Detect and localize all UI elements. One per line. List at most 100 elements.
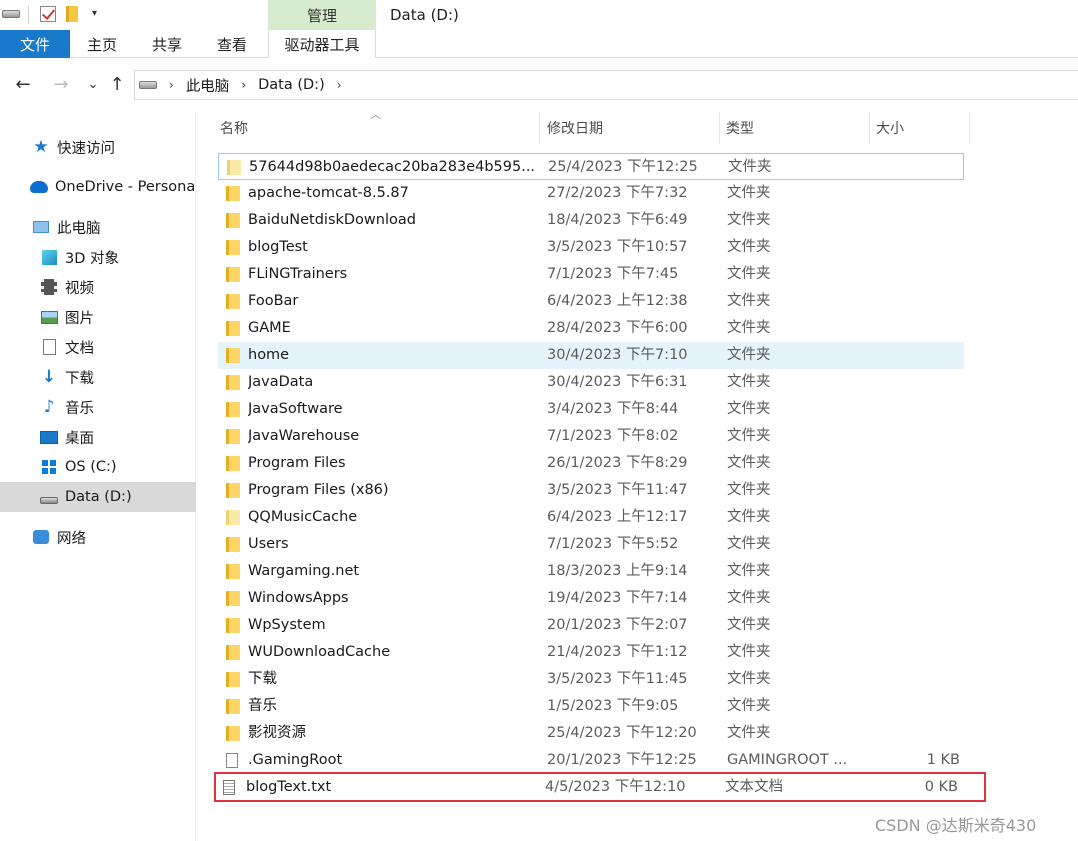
file-icon bbox=[226, 753, 238, 768]
address-bar[interactable]: › 此电脑 › Data (D:) › bbox=[134, 70, 1078, 100]
chevron-right-icon[interactable]: › bbox=[337, 78, 342, 92]
column-divider[interactable] bbox=[539, 112, 540, 144]
sidebar-item-label: 3D 对象 bbox=[65, 250, 119, 267]
file-name: 影视资源 bbox=[248, 725, 306, 741]
file-row[interactable]: WindowsApps 19/4/2023 下午7:14 文件夹 bbox=[218, 585, 964, 612]
file-row[interactable]: 下载 3/5/2023 下午11:45 文件夹 bbox=[218, 666, 964, 693]
sidebar-item-3d-objects[interactable]: 3D 对象 bbox=[0, 242, 196, 272]
tab-file[interactable]: 文件 bbox=[0, 30, 70, 58]
file-row[interactable]: GAME 28/4/2023 下午6:00 文件夹 bbox=[218, 315, 964, 342]
file-size bbox=[870, 261, 960, 288]
column-header-type[interactable]: 类型 bbox=[720, 112, 868, 144]
sidebar-item-desktop[interactable]: 桌面 bbox=[0, 422, 196, 452]
file-type: 文件夹 bbox=[727, 401, 771, 417]
sidebar-item-label: 网络 bbox=[57, 530, 86, 547]
sidebar-item-label: Data (D:) bbox=[65, 489, 132, 505]
column-divider[interactable] bbox=[969, 112, 970, 144]
tab-view[interactable]: 查看 bbox=[217, 30, 247, 58]
file-row[interactable]: Program Files (x86) 3/5/2023 下午11:47 文件夹 bbox=[218, 477, 964, 504]
file-row[interactable]: WpSystem 20/1/2023 下午2:07 文件夹 bbox=[218, 612, 964, 639]
cloud-icon bbox=[30, 179, 48, 195]
tab-home[interactable]: 主页 bbox=[87, 30, 117, 58]
column-header-name[interactable]: 名称 bbox=[214, 112, 540, 144]
sidebar-item-label: 此电脑 bbox=[57, 220, 101, 237]
new-folder-icon[interactable] bbox=[66, 6, 78, 22]
sidebar-item-network[interactable]: 网络 bbox=[0, 522, 196, 552]
file-size bbox=[871, 154, 961, 181]
sidebar-item-data-d[interactable]: Data (D:) bbox=[0, 482, 196, 512]
file-name: home bbox=[248, 347, 290, 363]
sidebar-item-quick-access[interactable]: ★ 快速访问 bbox=[0, 132, 196, 162]
file-name: FLiNGTrainers bbox=[248, 266, 348, 282]
file-row[interactable]: JavaSoftware 3/4/2023 下午8:44 文件夹 bbox=[218, 396, 964, 423]
file-row[interactable]: FooBar 6/4/2023 上午12:38 文件夹 bbox=[218, 288, 964, 315]
file-size bbox=[870, 207, 960, 234]
file-row[interactable]: blogTest 3/5/2023 下午10:57 文件夹 bbox=[218, 234, 964, 261]
file-size bbox=[870, 180, 960, 207]
sidebar-item-label: 音乐 bbox=[65, 400, 94, 417]
forward-arrow-icon[interactable]: → bbox=[50, 74, 72, 96]
recent-locations-icon[interactable]: ⌄ bbox=[82, 74, 104, 96]
file-row[interactable]: 影视资源 25/4/2023 下午12:20 文件夹 bbox=[218, 720, 964, 747]
file-row[interactable]: Wargaming.net 18/3/2023 上午9:14 文件夹 bbox=[218, 558, 964, 585]
file-date: 4/5/2023 下午12:10 bbox=[545, 779, 686, 795]
tab-drive-tools[interactable]: 驱动器工具 bbox=[268, 30, 376, 59]
file-date: 6/4/2023 上午12:17 bbox=[547, 509, 688, 525]
up-arrow-icon[interactable]: ↑ bbox=[106, 74, 128, 96]
file-row[interactable]: JavaWarehouse 7/1/2023 下午8:02 文件夹 bbox=[218, 423, 964, 450]
file-row[interactable]: FLiNGTrainers 7/1/2023 下午7:45 文件夹 bbox=[218, 261, 964, 288]
sidebar-item-label: 文档 bbox=[65, 340, 94, 357]
folder-icon bbox=[226, 267, 240, 282]
sidebar-item-pictures[interactable]: 图片 bbox=[0, 302, 196, 332]
sidebar-item-documents[interactable]: 文档 bbox=[0, 332, 196, 362]
customize-toolbar-dropdown-icon[interactable]: ▾ bbox=[92, 8, 108, 24]
file-date: 21/4/2023 下午1:12 bbox=[547, 644, 688, 660]
chevron-right-icon[interactable]: › bbox=[169, 78, 174, 92]
file-row[interactable]: BaiduNetdiskDownload 18/4/2023 下午6:49 文件夹 bbox=[218, 207, 964, 234]
file-row[interactable]: 57644d98b0aedecac20ba283e4b595... 25/4/20… bbox=[218, 153, 964, 180]
properties-check-icon[interactable] bbox=[40, 6, 56, 22]
tab-share[interactable]: 共享 bbox=[152, 30, 182, 58]
file-row[interactable]: QQMusicCache 6/4/2023 上午12:17 文件夹 bbox=[218, 504, 964, 531]
breadcrumb-data-d[interactable]: Data (D:) bbox=[258, 77, 325, 93]
sidebar-item-this-pc[interactable]: 此电脑 bbox=[0, 212, 196, 242]
sidebar-item-label: OS (C:) bbox=[65, 459, 117, 475]
file-row[interactable]: WUDownloadCache 21/4/2023 下午1:12 文件夹 bbox=[218, 639, 964, 666]
file-row[interactable]: 音乐 1/5/2023 下午9:05 文件夹 bbox=[218, 693, 964, 720]
file-row[interactable]: blogText.txt 4/5/2023 下午12:10 文本文档 0 KB bbox=[214, 772, 986, 802]
file-name: blogTest bbox=[248, 239, 308, 255]
file-row[interactable]: .GamingRoot 20/1/2023 下午12:25 GAMINGROOT .… bbox=[218, 747, 964, 774]
file-name: WindowsApps bbox=[248, 590, 349, 606]
desktop-icon bbox=[40, 429, 58, 445]
file-date: 25/4/2023 下午12:25 bbox=[548, 159, 698, 175]
file-row[interactable]: home 30/4/2023 下午7:10 文件夹 bbox=[218, 342, 964, 369]
breadcrumb-this-pc[interactable]: 此电脑 bbox=[186, 75, 230, 96]
windows-drive-icon bbox=[40, 459, 58, 475]
file-type: 文件夹 bbox=[727, 185, 771, 201]
file-size bbox=[870, 504, 960, 531]
folder-icon bbox=[226, 645, 240, 660]
manage-context-tab[interactable]: 管理 bbox=[268, 0, 376, 30]
folder-icon bbox=[226, 726, 240, 741]
file-row[interactable]: Program Files 26/1/2023 下午8:29 文件夹 bbox=[218, 450, 964, 477]
sidebar-item-onedrive[interactable]: OneDrive - Persona bbox=[0, 172, 196, 202]
folder-icon bbox=[226, 213, 240, 228]
address-drive-icon bbox=[139, 81, 157, 89]
sidebar-item-videos[interactable]: 视频 bbox=[0, 272, 196, 302]
column-header-date[interactable]: 修改日期 bbox=[541, 112, 719, 144]
file-row[interactable]: apache-tomcat-8.5.87 27/2/2023 下午7:32 文件夹 bbox=[218, 180, 964, 207]
navigation-pane: ★ 快速访问 OneDrive - Persona 此电脑 3D 对象 视频 图… bbox=[0, 112, 196, 841]
sidebar-item-downloads[interactable]: ↓ 下载 bbox=[0, 362, 196, 392]
file-name: Program Files (x86) bbox=[248, 482, 389, 498]
file-type: 文件夹 bbox=[727, 347, 771, 363]
back-arrow-icon[interactable]: ← bbox=[12, 74, 34, 96]
column-header-size[interactable]: 大小 bbox=[870, 112, 970, 144]
file-type: GAMINGROOT ... bbox=[727, 752, 848, 768]
chevron-right-icon[interactable]: › bbox=[241, 78, 246, 92]
sidebar-item-os-c[interactable]: OS (C:) bbox=[0, 452, 196, 482]
file-type: 文件夹 bbox=[727, 698, 771, 714]
file-row[interactable]: JavaData 30/4/2023 下午6:31 文件夹 bbox=[218, 369, 964, 396]
file-row[interactable]: Users 7/1/2023 下午5:52 文件夹 bbox=[218, 531, 964, 558]
file-date: 3/5/2023 下午11:47 bbox=[547, 482, 688, 498]
sidebar-item-music[interactable]: ♪ 音乐 bbox=[0, 392, 196, 422]
